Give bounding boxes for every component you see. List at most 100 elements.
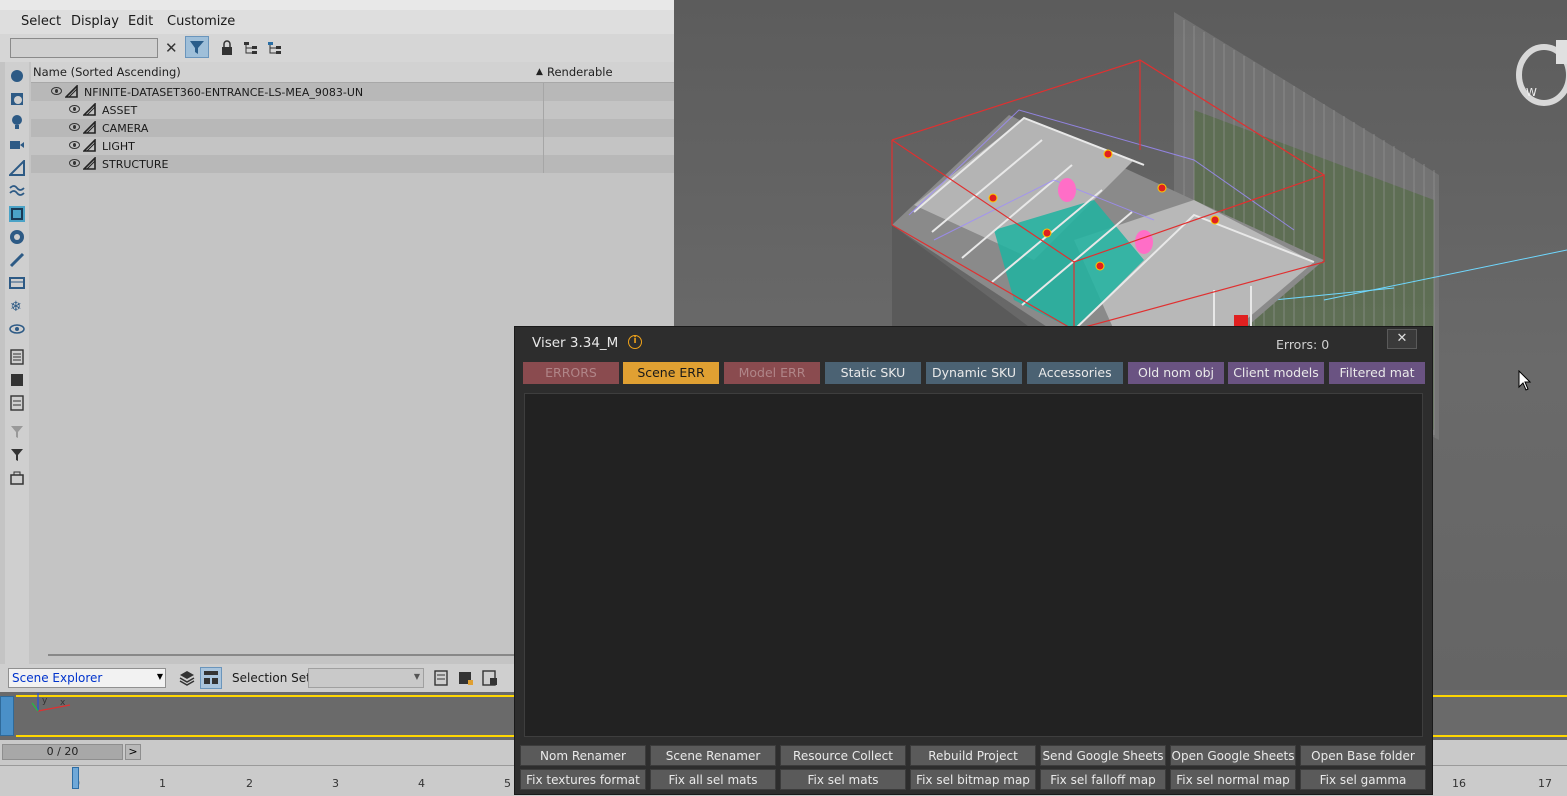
ruler-tick-label: 5	[504, 777, 511, 790]
list-icon[interactable]	[9, 349, 25, 365]
tab-errors[interactable]: ERRORS	[523, 362, 619, 384]
hidden-filter-icon[interactable]	[9, 321, 25, 337]
layers-icon[interactable]	[178, 669, 196, 687]
selection-set-dropdown[interactable]: ▼	[308, 668, 424, 688]
nom-renamer-button[interactable]: Nom Renamer	[520, 745, 646, 766]
geometry-filter-icon[interactable]	[9, 68, 25, 84]
next-frame-button[interactable]: >	[125, 744, 141, 760]
layer-helper-icon	[83, 121, 96, 134]
add-to-selection-set-icon[interactable]	[458, 670, 474, 686]
clear-search-icon[interactable]: ✕	[165, 39, 178, 57]
svg-text:W: W	[1526, 86, 1537, 99]
layer-helper-icon	[83, 139, 96, 152]
viser-dialog: Viser 3.34_M i Errors: 0 ✕ ERRORS Scene …	[514, 326, 1433, 795]
hierarchy-view-button[interactable]	[200, 667, 222, 689]
tab-scene-err[interactable]: Scene ERR	[623, 362, 719, 384]
ruler-tick-label: 17	[1538, 777, 1552, 790]
lock-icon[interactable]	[220, 40, 234, 56]
collapse-hierarchy-icon[interactable]	[267, 40, 283, 56]
fix-sel-normal-map-button[interactable]: Fix sel normal map	[1170, 769, 1296, 790]
xref-filter-icon[interactable]	[9, 229, 25, 245]
column-separator	[543, 83, 544, 101]
open-google-sheets-button[interactable]: Open Google Sheets	[1170, 745, 1296, 766]
menu-select[interactable]: Select	[21, 14, 61, 29]
tab-accessories[interactable]: Accessories	[1027, 362, 1123, 384]
menu-edit[interactable]: Edit	[128, 14, 153, 29]
lights-filter-icon[interactable]	[9, 114, 25, 130]
edit-selection-set-icon[interactable]	[434, 670, 450, 686]
send-google-sheets-button[interactable]: Send Google Sheets	[1040, 745, 1166, 766]
fix-sel-bitmap-map-button[interactable]: Fix sel bitmap map	[910, 769, 1036, 790]
tree-row[interactable]: STRUCTURE	[31, 155, 674, 173]
filter-icon	[190, 41, 204, 54]
column-separator	[543, 101, 544, 119]
groups-filter-icon[interactable]	[9, 206, 25, 222]
containers-filter-icon[interactable]	[9, 275, 25, 291]
container-icon[interactable]	[9, 470, 25, 486]
select-all-icon[interactable]	[9, 372, 25, 388]
column-separator	[543, 155, 544, 173]
current-frame-marker[interactable]	[72, 767, 79, 789]
ruler-tick-label: 4	[418, 777, 425, 790]
tree-row[interactable]: CAMERA	[31, 119, 674, 137]
horizontal-scrollbar[interactable]	[48, 654, 518, 656]
scene-renamer-button[interactable]: Scene Renamer	[650, 745, 776, 766]
open-base-folder-button[interactable]: Open Base folder	[1300, 745, 1426, 766]
info-icon[interactable]: i	[628, 335, 642, 349]
close-button[interactable]: ✕	[1387, 329, 1417, 349]
explorer-select-dropdown[interactable]: Scene Explorer ▼	[8, 668, 166, 688]
fix-all-sel-mats-button[interactable]: Fix all sel mats	[650, 769, 776, 790]
expand-hierarchy-icon[interactable]	[243, 40, 259, 56]
remove-from-selection-set-icon[interactable]	[482, 670, 498, 686]
filter-toggle-button[interactable]	[185, 36, 209, 58]
chevron-down-icon: ▼	[413, 672, 420, 681]
settings-faded-icon[interactable]	[9, 424, 25, 440]
bones-filter-icon[interactable]	[9, 252, 25, 268]
helpers-filter-icon[interactable]	[9, 160, 25, 176]
spacewarps-filter-icon[interactable]	[9, 183, 25, 199]
fix-sel-mats-button[interactable]: Fix sel mats	[780, 769, 906, 790]
resource-collect-button[interactable]: Resource Collect	[780, 745, 906, 766]
funnel-icon[interactable]	[9, 447, 25, 463]
tab-static-sku[interactable]: Static SKU	[825, 362, 921, 384]
cameras-filter-icon[interactable]	[9, 137, 25, 153]
errors-label: Errors:	[1276, 337, 1318, 352]
ruler-tick-label: 3	[332, 777, 339, 790]
select-none-icon[interactable]	[9, 395, 25, 411]
viser-title: Viser 3.34_M	[532, 335, 619, 351]
visibility-eye-icon[interactable]	[51, 87, 62, 95]
tab-model-err[interactable]: Model ERR	[724, 362, 820, 384]
track-bar-handle[interactable]	[0, 696, 14, 736]
fix-sel-gamma-button[interactable]: Fix sel gamma	[1300, 769, 1426, 790]
rebuild-project-button[interactable]: Rebuild Project	[910, 745, 1036, 766]
tree-row-root[interactable]: NFINITE-DATASET360-ENTRANCE-LS-MEA_9083-…	[31, 83, 674, 101]
ruler-tick-label: 2	[246, 777, 253, 790]
fix-textures-format-button[interactable]: Fix textures format	[520, 769, 646, 790]
frozen-filter-icon[interactable]: ❄	[9, 298, 25, 314]
visibility-eye-icon[interactable]	[69, 141, 80, 149]
menu-customize[interactable]: Customize	[167, 14, 235, 29]
tree-row[interactable]: ASSET	[31, 101, 674, 119]
column-separator	[543, 137, 544, 155]
shapes-filter-icon[interactable]	[9, 91, 25, 107]
svg-text:❄: ❄	[10, 299, 22, 314]
tab-client-models[interactable]: Client models	[1228, 362, 1324, 384]
tree-row[interactable]: LIGHT	[31, 137, 674, 155]
time-slider[interactable]: 0 / 20	[2, 744, 123, 760]
fix-sel-falloff-map-button[interactable]: Fix sel falloff map	[1040, 769, 1166, 790]
tab-dynamic-sku[interactable]: Dynamic SKU	[926, 362, 1022, 384]
column-header-name[interactable]: Name (Sorted Ascending)	[33, 65, 181, 79]
tab-old-nom-obj[interactable]: Old nom obj	[1128, 362, 1224, 384]
visibility-eye-icon[interactable]	[69, 105, 80, 113]
visibility-eye-icon[interactable]	[69, 123, 80, 131]
explorer-select-value: Scene Explorer	[12, 671, 103, 685]
column-separator	[543, 119, 544, 137]
scene-explorer-menubar: Select Display Edit Customize	[0, 10, 674, 34]
tab-filtered-mat[interactable]: Filtered mat	[1329, 362, 1425, 384]
column-header-renderable[interactable]: Renderable	[547, 65, 613, 79]
menu-display[interactable]: Display	[71, 14, 119, 29]
visibility-eye-icon[interactable]	[69, 159, 80, 167]
display-filter-strip: ❄	[5, 62, 29, 692]
search-input[interactable]	[10, 38, 158, 58]
error-log-area[interactable]	[524, 393, 1423, 737]
